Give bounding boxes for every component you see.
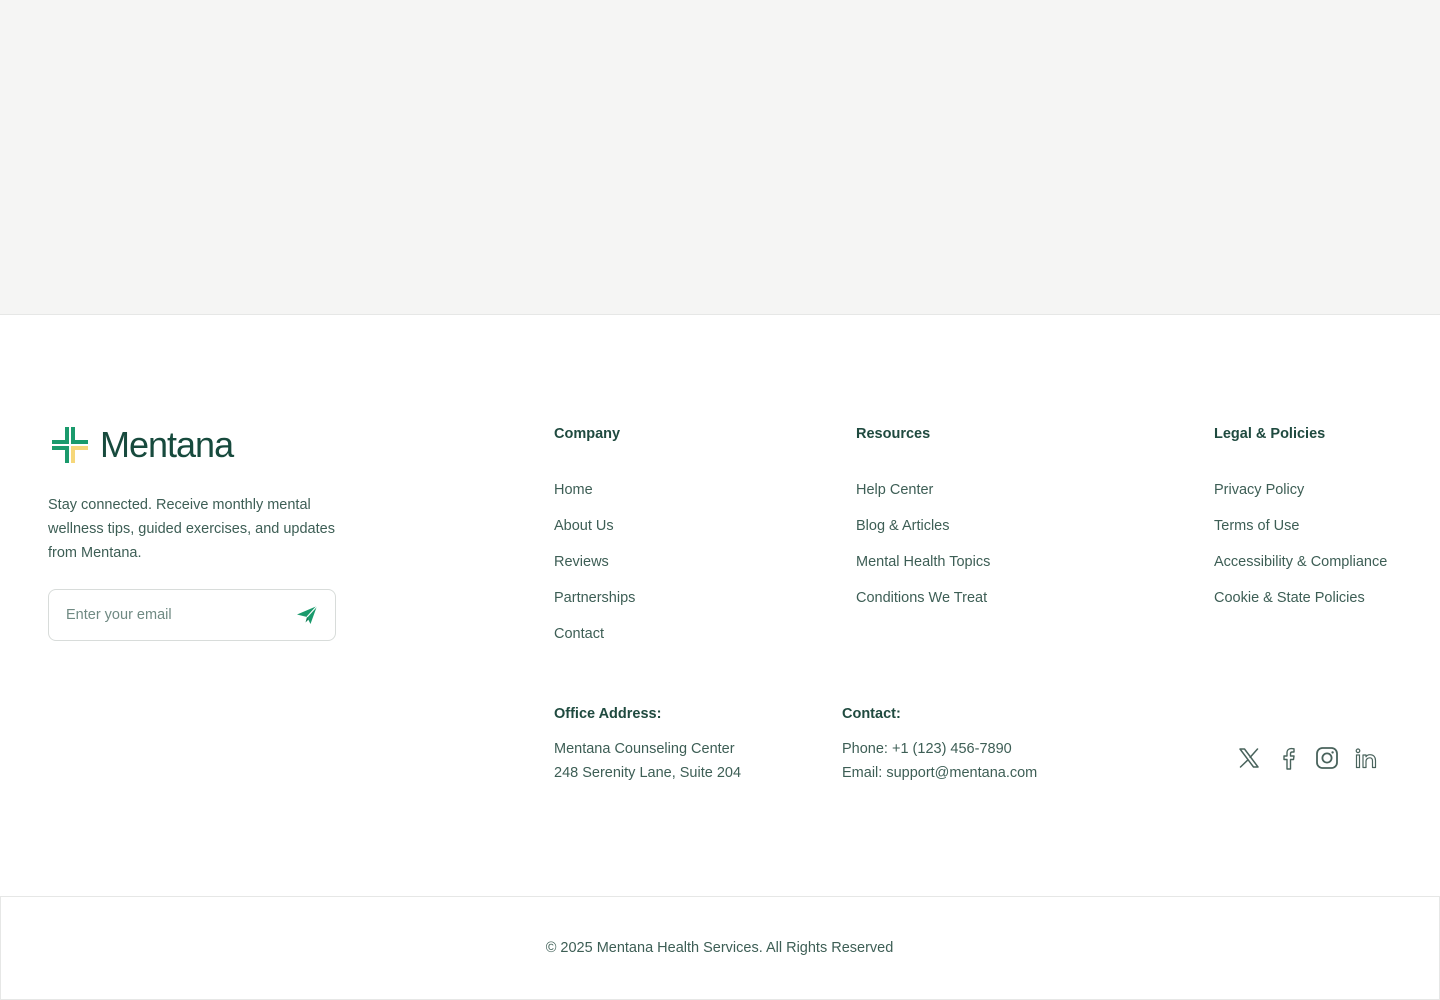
- email-input[interactable]: [66, 607, 295, 623]
- logo-mark-icon: [52, 427, 88, 463]
- office-address: Office Address: Mentana Counseling Cente…: [554, 705, 741, 785]
- newsletter-tagline: Stay connected. Receive monthly mental w…: [48, 497, 335, 561]
- contact-email[interactable]: Email: support@mentana.com: [842, 761, 1037, 785]
- footer-link-mental-health-topics[interactable]: Mental Health Topics: [856, 553, 990, 571]
- social-link-facebook[interactable]: [1275, 745, 1301, 771]
- send-button[interactable]: [295, 603, 319, 627]
- contact-heading: Contact:: [842, 706, 901, 722]
- copyright-text: © 2025 Mentana Health Services. All Righ…: [545, 940, 894, 956]
- newsletter-form: [48, 589, 336, 641]
- social-link-instagram[interactable]: [1314, 745, 1340, 771]
- social-link-linkedin[interactable]: [1353, 745, 1379, 771]
- footer-link-partnerships[interactable]: Partnerships: [554, 589, 635, 607]
- legal-links: Privacy Policy Terms of Use Accessibilit…: [1214, 481, 1387, 607]
- logo-wordmark: Mentana: [100, 424, 234, 465]
- instagram-icon: [1316, 747, 1338, 769]
- copyright-bar: © 2025 Mentana Health Services. All Righ…: [0, 896, 1440, 1000]
- office-line-2: 248 Serenity Lane, Suite 204: [554, 765, 742, 781]
- contact-info: Contact: Phone: +1 (123) 456-7890 Email:…: [842, 705, 1037, 785]
- resources-heading: Resources: [856, 426, 931, 442]
- office-line-1: Mentana Counseling Center: [554, 741, 735, 757]
- x-icon: [1239, 748, 1259, 768]
- footer-link-terms-of-use[interactable]: Terms of Use: [1214, 517, 1387, 535]
- social-link-x[interactable]: [1236, 745, 1262, 771]
- paper-plane-icon: [297, 605, 318, 624]
- footer-link-reviews[interactable]: Reviews: [554, 553, 635, 571]
- site-footer: Mentana Stay connected. Receive monthly …: [0, 315, 1440, 897]
- linkedin-icon: [1355, 748, 1377, 769]
- legal-heading: Legal & Policies: [1214, 426, 1326, 442]
- hero-placeholder-area: [0, 0, 1440, 315]
- footer-link-contact[interactable]: Contact: [554, 625, 635, 643]
- facebook-icon: [1283, 747, 1295, 770]
- legal-column: Legal & Policies Privacy Policy Terms of…: [1214, 425, 1387, 625]
- footer-link-blog-articles[interactable]: Blog & Articles: [856, 517, 990, 535]
- social-links: [1236, 745, 1392, 771]
- footer-link-home[interactable]: Home: [554, 481, 635, 499]
- logo[interactable]: Mentana: [48, 423, 348, 467]
- resources-links: Help Center Blog & Articles Mental Healt…: [856, 481, 990, 607]
- contact-phone[interactable]: Phone: +1 (123) 456-7890: [842, 737, 1037, 761]
- footer-brand: Mentana Stay connected. Receive monthly …: [48, 423, 348, 641]
- footer-link-accessibility[interactable]: Accessibility & Compliance: [1214, 553, 1387, 571]
- company-heading: Company: [554, 426, 621, 442]
- footer-link-cookie-policies[interactable]: Cookie & State Policies: [1214, 589, 1387, 607]
- footer-link-help-center[interactable]: Help Center: [856, 481, 990, 499]
- footer-link-about-us[interactable]: About Us: [554, 517, 635, 535]
- resources-column: Resources Help Center Blog & Articles Me…: [856, 425, 990, 625]
- company-links: Home About Us Reviews Partnerships Conta…: [554, 481, 635, 643]
- office-heading: Office Address:: [554, 706, 662, 722]
- footer-link-conditions-we-treat[interactable]: Conditions We Treat: [856, 589, 990, 607]
- footer-link-privacy-policy[interactable]: Privacy Policy: [1214, 481, 1387, 499]
- company-column: Company Home About Us Reviews Partnershi…: [554, 425, 635, 661]
